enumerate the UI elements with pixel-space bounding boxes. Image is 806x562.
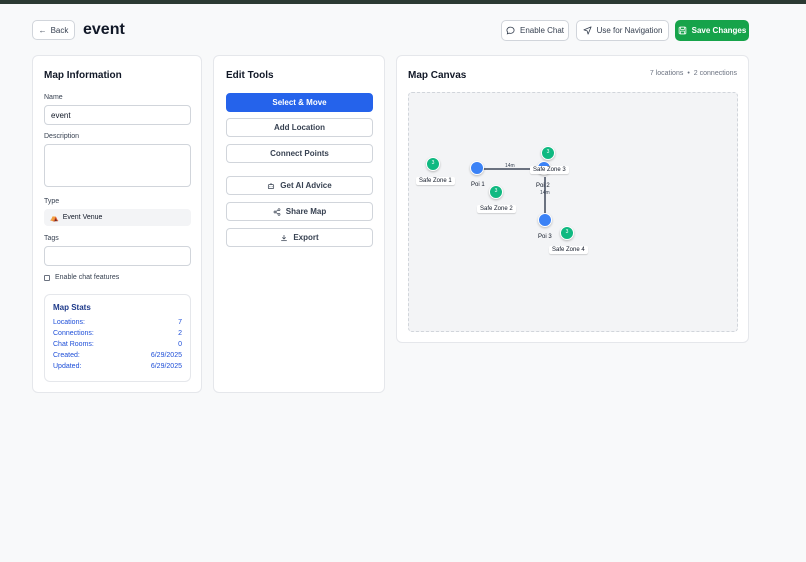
select-move-button[interactable]: Select & Move (226, 93, 373, 112)
stat-value: 0 (178, 341, 182, 348)
stat-label: Created: (53, 352, 80, 359)
get-ai-advice-button[interactable]: Get AI Advice (226, 176, 373, 195)
navigation-arrow-icon (583, 26, 592, 35)
stat-row-connections: Connections: 2 (53, 330, 182, 337)
description-textarea[interactable] (44, 144, 191, 187)
back-label: Back (50, 25, 69, 35)
enable-chat-checkbox[interactable] (44, 274, 50, 281)
save-changes-button[interactable]: Save Changes (675, 20, 749, 41)
description-label: Description (44, 133, 80, 140)
connect-points-button[interactable]: Connect Points (226, 144, 373, 163)
page-title: event (83, 21, 125, 38)
top-accent-bar (0, 0, 806, 4)
back-button[interactable]: ← Back (32, 20, 75, 40)
location-label: Poi 3 (538, 234, 552, 240)
location-label: Safe Zone 2 (477, 205, 516, 213)
safe-zone-marker[interactable] (426, 157, 440, 171)
connection-distance: 14m (505, 163, 515, 169)
stat-row-locations: Locations: 7 (53, 319, 182, 326)
type-display: ⛺ Event Venue (44, 209, 191, 226)
arrow-left-icon: ← (38, 25, 47, 35)
type-label: Type (44, 198, 60, 205)
use-for-navigation-button[interactable]: Use for Navigation (576, 20, 669, 41)
map-information-panel: Map Information Name event Description T… (32, 55, 202, 393)
name-input[interactable]: event (44, 105, 191, 125)
map-canvas-panel: Map Canvas 7 locations • 2 connections 1… (396, 55, 749, 343)
edit-tools-title: Edit Tools (226, 70, 274, 81)
stat-value: 2 (178, 330, 182, 337)
tags-label: Tags (44, 235, 59, 242)
export-label: Export (293, 233, 319, 242)
enable-chat-label: Enable Chat (519, 26, 565, 35)
stat-label: Connections: (53, 330, 94, 337)
stat-label: Locations: (53, 319, 85, 326)
stat-row-chat-rooms: Chat Rooms: 0 (53, 341, 182, 348)
map-canvas[interactable]: 14m 14m Safe Zone 1 Poi 1 Safe Zone 2 Po… (408, 92, 738, 332)
enable-chat-checkbox-label: Enable chat features (55, 274, 120, 281)
stat-value: 7 (178, 319, 182, 326)
location-label: Safe Zone 4 (549, 246, 588, 254)
stat-value: 6/29/2025 (150, 363, 182, 370)
add-location-button[interactable]: Add Location (226, 118, 373, 137)
safe-zone-marker[interactable] (489, 185, 503, 199)
save-label: Save Changes (691, 26, 747, 35)
map-stats-title: Map Stats (53, 303, 91, 312)
poi-marker[interactable] (470, 161, 484, 175)
edit-tools-panel: Edit Tools Select & Move Add Location Co… (213, 55, 385, 393)
share-map-label: Share Map (285, 207, 327, 216)
map-canvas-title: Map Canvas (408, 70, 467, 81)
map-information-title: Map Information (44, 70, 122, 81)
stat-row-created: Created: 6/29/2025 (53, 352, 182, 359)
download-icon (281, 234, 288, 241)
name-label: Name (44, 94, 63, 101)
stat-label: Chat Rooms: (53, 341, 94, 348)
stat-label: Updated: (53, 363, 82, 370)
location-label: Safe Zone 3 (530, 166, 569, 174)
stat-value: 6/29/2025 (150, 352, 182, 359)
connect-points-label: Connect Points (270, 149, 329, 158)
location-label: Poi 1 (471, 182, 485, 188)
location-label: Poi 2 (536, 183, 550, 189)
add-location-label: Add Location (273, 123, 326, 132)
export-button[interactable]: Export (226, 228, 373, 247)
safe-zone-marker[interactable] (541, 146, 555, 160)
canvas-summary: 7 locations • 2 connections (650, 70, 737, 77)
poi-marker[interactable] (538, 213, 552, 227)
tags-input[interactable] (44, 246, 191, 266)
location-label: Safe Zone 1 (416, 177, 455, 185)
chat-bubble-icon (506, 26, 515, 35)
locations-count: 7 locations (649, 70, 684, 77)
save-icon (678, 26, 686, 35)
page-header: ← Back event Enable Chat Use for Navigat… (32, 20, 750, 41)
map-stats-box: Map Stats Locations: 7 Connections: 2 Ch… (44, 294, 191, 382)
enable-chat-row[interactable]: Enable chat features (44, 274, 119, 281)
share-map-button[interactable]: Share Map (226, 202, 373, 221)
connections-count: 2 connections (693, 70, 737, 77)
circus-tent-icon: ⛺ (50, 214, 59, 222)
stat-row-updated: Updated: 6/29/2025 (53, 363, 182, 370)
separator-dot: • (687, 70, 690, 77)
connection-distance: 14m (540, 190, 550, 196)
robot-icon (268, 182, 275, 189)
share-icon (273, 207, 281, 216)
enable-chat-button[interactable]: Enable Chat (501, 20, 569, 41)
safe-zone-marker[interactable] (560, 226, 574, 240)
get-ai-advice-label: Get AI Advice (280, 181, 332, 190)
type-value: Event Venue (62, 214, 103, 221)
navigation-label: Use for Navigation (596, 26, 663, 35)
select-move-label: Select & Move (272, 98, 327, 107)
